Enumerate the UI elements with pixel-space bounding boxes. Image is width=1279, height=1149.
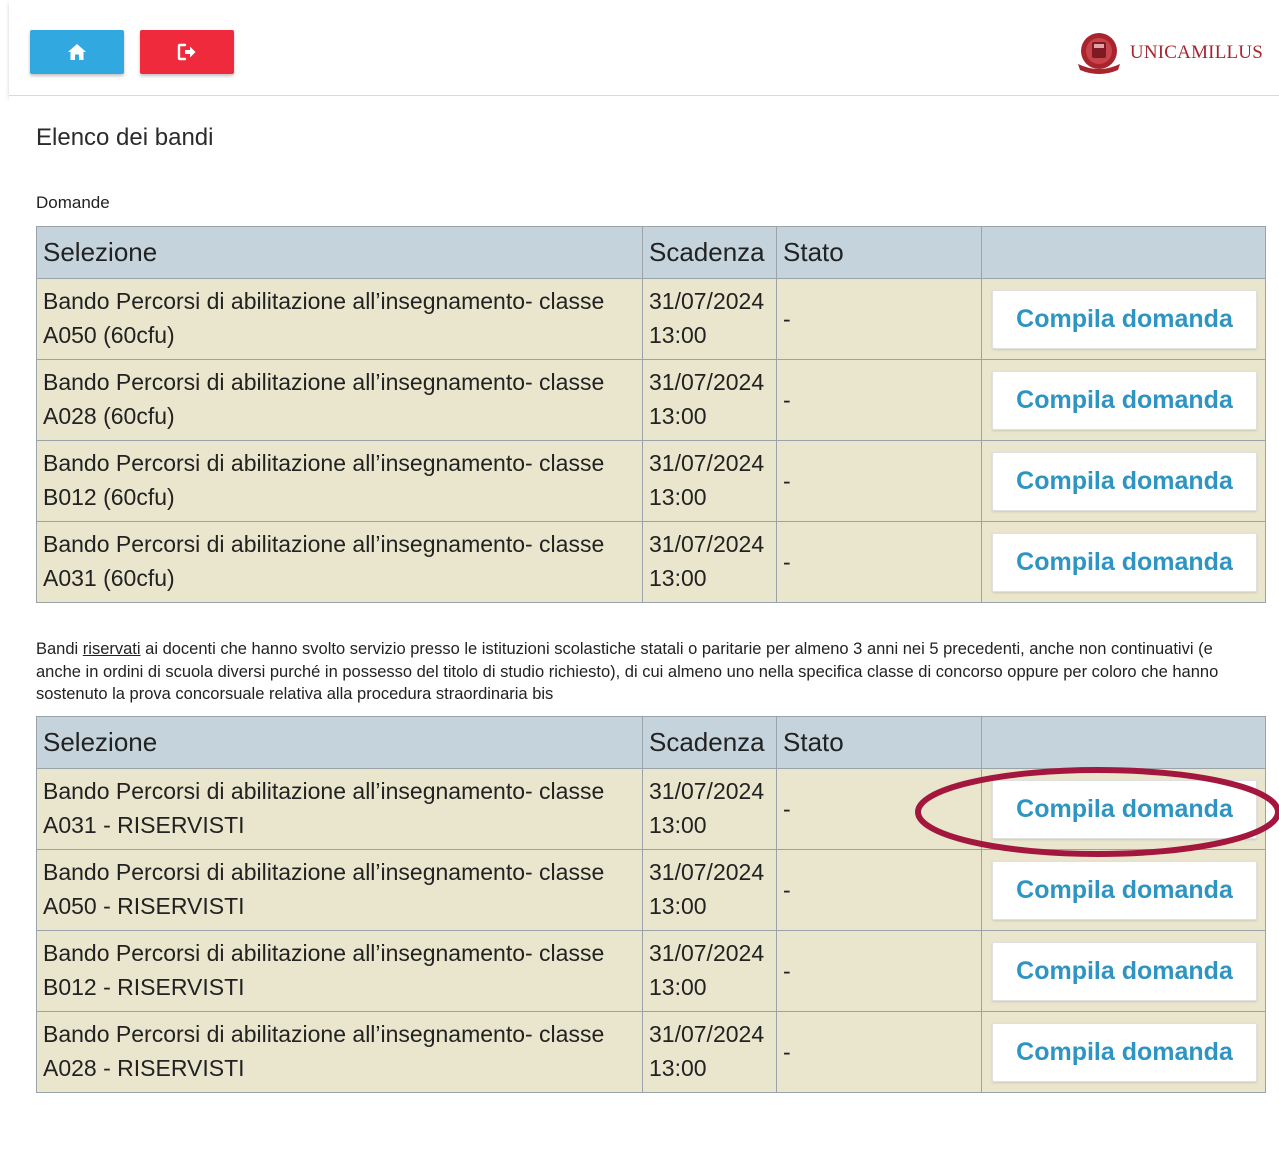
bandi-table-riservati: Selezione Scadenza Stato Bando Percorsi …: [36, 716, 1266, 1093]
cell-selezione: Bando Percorsi di abilitazione all’inseg…: [36, 849, 643, 931]
compila-domanda-button[interactable]: Compila domanda: [992, 860, 1257, 920]
compila-domanda-button[interactable]: Compila domanda: [992, 451, 1257, 511]
logo-emblem-icon: [1077, 33, 1120, 74]
cell-azione: Compila domanda: [981, 359, 1266, 441]
compila-domanda-button[interactable]: Compila domanda: [992, 779, 1257, 839]
compila-domanda-button[interactable]: Compila domanda: [992, 289, 1257, 349]
cell-selezione: Bando Percorsi di abilitazione all’inseg…: [36, 930, 643, 1012]
cell-selezione: Bando Percorsi di abilitazione all’inseg…: [36, 278, 643, 360]
logout-button[interactable]: [140, 30, 234, 74]
cell-azione: Compila domanda: [981, 768, 1266, 850]
cell-scadenza: 31/07/2024 13:00: [642, 849, 777, 931]
home-icon: [68, 44, 86, 60]
cell-azione: Compila domanda: [981, 1011, 1266, 1093]
cell-scadenza: 31/07/2024 13:00: [642, 768, 777, 850]
column-header-azione: [981, 226, 1266, 279]
section-description-riservati: Bandi riservati ai docenti che hanno svo…: [36, 640, 1219, 703]
table-row: Bando Percorsi di abilitazione all’inseg…: [36, 768, 1266, 850]
cell-azione: Compila domanda: [981, 849, 1266, 931]
logo-text: UNICAMILLUS: [1129, 42, 1263, 63]
table-row: Bando Percorsi di abilitazione all’inseg…: [36, 440, 1266, 522]
table-row: Bando Percorsi di abilitazione all’inseg…: [36, 359, 1266, 441]
table-row: Bando Percorsi di abilitazione all’inseg…: [36, 278, 1266, 360]
cell-scadenza: 31/07/2024 13:00: [642, 930, 777, 1012]
section-label-domande: Domande: [36, 193, 110, 212]
cell-scadenza: 31/07/2024 13:00: [642, 1011, 777, 1093]
cell-scadenza: 31/07/2024 13:00: [642, 278, 777, 360]
cell-selezione: Bando Percorsi di abilitazione all’inseg…: [36, 1011, 643, 1093]
riservati-underlined: riservati: [82, 640, 141, 658]
home-button[interactable]: [30, 30, 124, 74]
cell-azione: Compila domanda: [981, 930, 1266, 1012]
table-header-row: Selezione Scadenza Stato: [36, 226, 1266, 279]
cell-stato: -: [776, 278, 982, 360]
table-header-row: Selezione Scadenza Stato: [36, 716, 1266, 769]
cell-azione: Compila domanda: [981, 521, 1266, 603]
cell-scadenza: 31/07/2024 13:00: [642, 359, 777, 441]
table-row: Bando Percorsi di abilitazione all’inseg…: [36, 930, 1266, 1012]
cell-stato: -: [776, 1011, 982, 1093]
cell-stato: -: [776, 359, 982, 441]
cell-azione: Compila domanda: [981, 278, 1266, 360]
page-title: Elenco dei bandi: [36, 124, 214, 151]
cell-selezione: Bando Percorsi di abilitazione all’inseg…: [36, 768, 643, 850]
cell-selezione: Bando Percorsi di abilitazione all’inseg…: [36, 521, 643, 603]
table-row: Bando Percorsi di abilitazione all’inseg…: [36, 1011, 1266, 1093]
cell-azione: Compila domanda: [981, 440, 1266, 522]
compila-domanda-button[interactable]: Compila domanda: [992, 370, 1257, 430]
cell-stato: -: [776, 521, 982, 603]
cell-stato: -: [776, 768, 982, 850]
cell-scadenza: 31/07/2024 13:00: [642, 521, 777, 603]
column-header-stato: Stato: [776, 716, 982, 769]
column-header-stato: Stato: [776, 226, 982, 279]
compila-domanda-button[interactable]: Compila domanda: [992, 941, 1257, 1001]
column-header-selezione: Selezione: [36, 716, 643, 769]
table-row: Bando Percorsi di abilitazione all’inseg…: [36, 849, 1266, 931]
cell-stato: -: [776, 440, 982, 522]
logout-icon: [177, 43, 196, 61]
cell-stato: -: [776, 849, 982, 931]
cell-scadenza: 31/07/2024 13:00: [642, 440, 777, 522]
compila-domanda-button[interactable]: Compila domanda: [992, 1022, 1257, 1082]
cell-selezione: Bando Percorsi di abilitazione all’inseg…: [36, 440, 643, 522]
compila-domanda-button[interactable]: Compila domanda: [992, 532, 1257, 592]
cell-stato: -: [776, 930, 982, 1012]
unicamillus-logo[interactable]: UNICAMILLUS: [1072, 30, 1263, 76]
column-header-azione: [981, 716, 1266, 769]
column-header-scadenza: Scadenza: [642, 716, 777, 769]
top-navbar: UNICAMILLUS: [9, 0, 1279, 96]
table-row: Bando Percorsi di abilitazione all’inseg…: [36, 521, 1266, 603]
column-header-selezione: Selezione: [36, 226, 643, 279]
cell-selezione: Bando Percorsi di abilitazione all’inseg…: [36, 359, 643, 441]
bandi-table-domande: Selezione Scadenza Stato Bando Percorsi …: [36, 226, 1266, 603]
column-header-scadenza: Scadenza: [642, 226, 777, 279]
